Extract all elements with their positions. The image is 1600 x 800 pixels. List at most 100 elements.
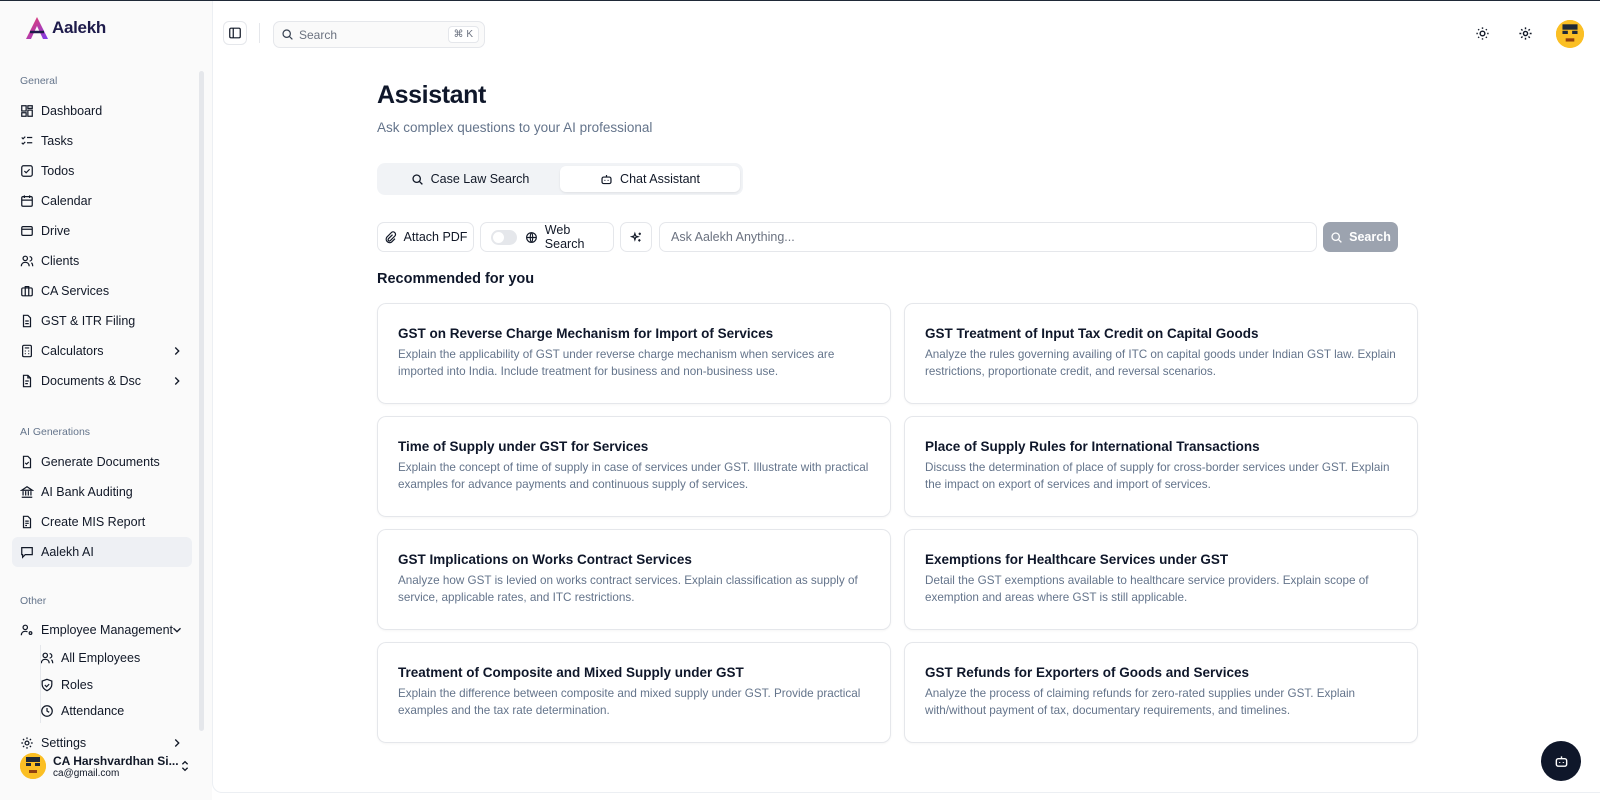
sidebar-item-label: Settings [41, 735, 87, 750]
page-subtitle: Ask complex questions to your AI profess… [377, 120, 653, 135]
calculator-icon [22, 344, 32, 358]
chat-bot-button[interactable] [1541, 741, 1581, 781]
chevron-right-icon [174, 738, 180, 747]
recommendation-card[interactable]: Exemptions for Healthcare Services under… [904, 529, 1418, 630]
sidebar-item-todos[interactable]: Todos [12, 156, 192, 186]
sidebar-item-calendar[interactable]: Calendar [12, 186, 192, 216]
card-title: Treatment of Composite and Mixed Supply … [398, 665, 744, 680]
sidebar-subitem-all-employees[interactable]: All Employees [12, 645, 192, 672]
users-icon [40, 652, 54, 664]
recommendation-card[interactable]: GST on Reverse Charge Mechanism for Impo… [377, 303, 891, 404]
card-title: GST Implications on Works Contract Servi… [398, 552, 692, 567]
recommendation-card[interactable]: GST Refunds for Exporters of Goods and S… [904, 642, 1418, 743]
globe-icon [525, 231, 537, 243]
ask-input[interactable] [659, 222, 1317, 252]
card-title: GST Refunds for Exporters of Goods and S… [925, 665, 1250, 680]
card-title: Exemptions for Healthcare Services under… [925, 552, 1229, 567]
recommendation-card[interactable]: Place of Supply Rules for International … [904, 416, 1418, 517]
clients-icon [20, 255, 34, 267]
card-title: Time of Supply under GST for Services [398, 439, 649, 454]
sidebar-item-label: Calendar [41, 194, 92, 208]
tab-label: Case Law Search [430, 172, 530, 186]
sidebar-subitem-attendance[interactable]: Attendance [12, 698, 192, 725]
theme-toggle-button[interactable] [1472, 23, 1492, 43]
user-menu[interactable]: CA Harshvardhan Si... ca@gmail.com [20, 753, 192, 779]
enhance-prompt-button[interactable] [620, 222, 652, 252]
sidebar-item-ca-services[interactable]: CA Services [12, 276, 192, 306]
chevron-down-icon [173, 627, 181, 633]
bot-icon [1555, 755, 1567, 767]
submenu-line [40, 645, 41, 723]
sidebar-item-label: Todos [41, 164, 75, 178]
drive-icon [21, 226, 33, 236]
sidebar-item-tasks[interactable]: Tasks [12, 126, 192, 156]
sidebar-nav: General Dashboard Tasks Todos Calendar D… [12, 71, 192, 758]
web-search-switch[interactable] [491, 229, 517, 245]
sidebar-item-dashboard[interactable]: Dashboard [12, 96, 192, 126]
recommendation-card[interactable]: GST Treatment of Input Tax Credit on Cap… [904, 303, 1418, 404]
profile-avatar[interactable] [1556, 20, 1584, 48]
sidebar-item-generate-documents[interactable]: Generate Documents [12, 447, 192, 477]
chevrons-up-down-icon [181, 760, 189, 772]
search-button-label: Search [1349, 230, 1391, 244]
sidebar-item-create-mis-report[interactable]: Create MIS Report [12, 507, 192, 537]
tab-case-law-search[interactable]: Case Law Search [380, 166, 560, 192]
todos-icon [21, 165, 33, 177]
sidebar-item-employee-management[interactable]: Employee Management [12, 615, 192, 645]
search-icon [412, 173, 423, 185]
recommendation-card[interactable]: GST Implications on Works Contract Servi… [377, 529, 891, 630]
global-search-input[interactable]: Search ⌘ K [273, 21, 485, 48]
sidebar-scrollbar[interactable] [199, 71, 204, 731]
tab-chat-assistant[interactable]: Chat Assistant [560, 166, 740, 192]
sidebar-toggle-button[interactable] [223, 21, 247, 45]
avatar [20, 753, 46, 779]
sidebar-item-documents-dsc[interactable]: Documents & Dsc [12, 366, 192, 396]
card-description: Analyze how GST is levied on works contr… [398, 574, 858, 604]
brand-name: Aalekh [52, 18, 106, 37]
sidebar-item-drive[interactable]: Drive [12, 216, 192, 246]
message-icon [21, 547, 33, 559]
user-email: ca@gmail.com [53, 767, 120, 779]
tasks-icon [21, 136, 33, 145]
card-description: Explain the concept of time of supply in… [398, 461, 869, 491]
sidebar-item-aalekh-ai[interactable]: Aalekh AI [12, 537, 192, 567]
search-button[interactable]: Search [1323, 222, 1398, 252]
attach-pdf-button[interactable]: Attach PDF [377, 222, 474, 252]
toolbar-divider [259, 23, 260, 43]
sidebar-item-calculators[interactable]: Calculators [12, 336, 192, 366]
avatar-face-icon [1556, 20, 1584, 48]
sidebar-item-gst-itr-filing[interactable]: GST & ITR Filing [12, 306, 192, 336]
sidebar-item-label: CA Services [41, 284, 110, 298]
avatar-face-icon [20, 753, 46, 779]
sidebar-item-label: Drive [41, 224, 71, 238]
sidebar-subitem-label: All Employees [61, 651, 141, 666]
page-title: Assistant [377, 81, 486, 109]
sidebar-item-label: GST & ITR Filing [41, 314, 136, 328]
web-search-toggle[interactable]: Web Search [480, 222, 614, 252]
sidebar-item-label: Employee Management [41, 623, 174, 637]
sidebar-item-label: Clients [41, 254, 80, 268]
sidebar-subitem-roles[interactable]: Roles [12, 672, 192, 699]
web-search-label: Web Search [544, 223, 585, 251]
chevron-right-icon [174, 377, 180, 385]
sidebar-item-label: Aalekh AI [41, 545, 94, 559]
sidebar-item-label: Dashboard [41, 104, 103, 118]
recommendation-card[interactable]: Treatment of Composite and Mixed Supply … [377, 642, 891, 743]
card-description: Explain the applicability of GST under r… [398, 348, 835, 378]
panel-left-icon [229, 27, 241, 39]
recommendation-card[interactable]: Time of Supply under GST for Services Ex… [377, 416, 891, 517]
search-placeholder: Search [299, 27, 338, 42]
sidebar-item-clients[interactable]: Clients [12, 246, 192, 276]
sidebar-item-ai-bank-auditing[interactable]: AI Bank Auditing [12, 477, 192, 507]
main-panel: Search ⌘ K Assistant Ask complex questio… [212, 1, 1600, 793]
card-description: Detail the GST exemptions available to h… [925, 574, 1369, 604]
user-cog-icon [20, 624, 33, 636]
brand-logo[interactable]: Aalekh [24, 15, 106, 41]
settings-button[interactable] [1515, 23, 1535, 43]
tab-label: Chat Assistant [620, 172, 700, 186]
sidebar-item-label: Create MIS Report [41, 515, 146, 529]
card-title: Place of Supply Rules for International … [925, 439, 1260, 454]
shield-icon [41, 678, 53, 692]
sidebar-item-label: Documents & Dsc [41, 374, 142, 388]
document-icon [22, 374, 32, 388]
